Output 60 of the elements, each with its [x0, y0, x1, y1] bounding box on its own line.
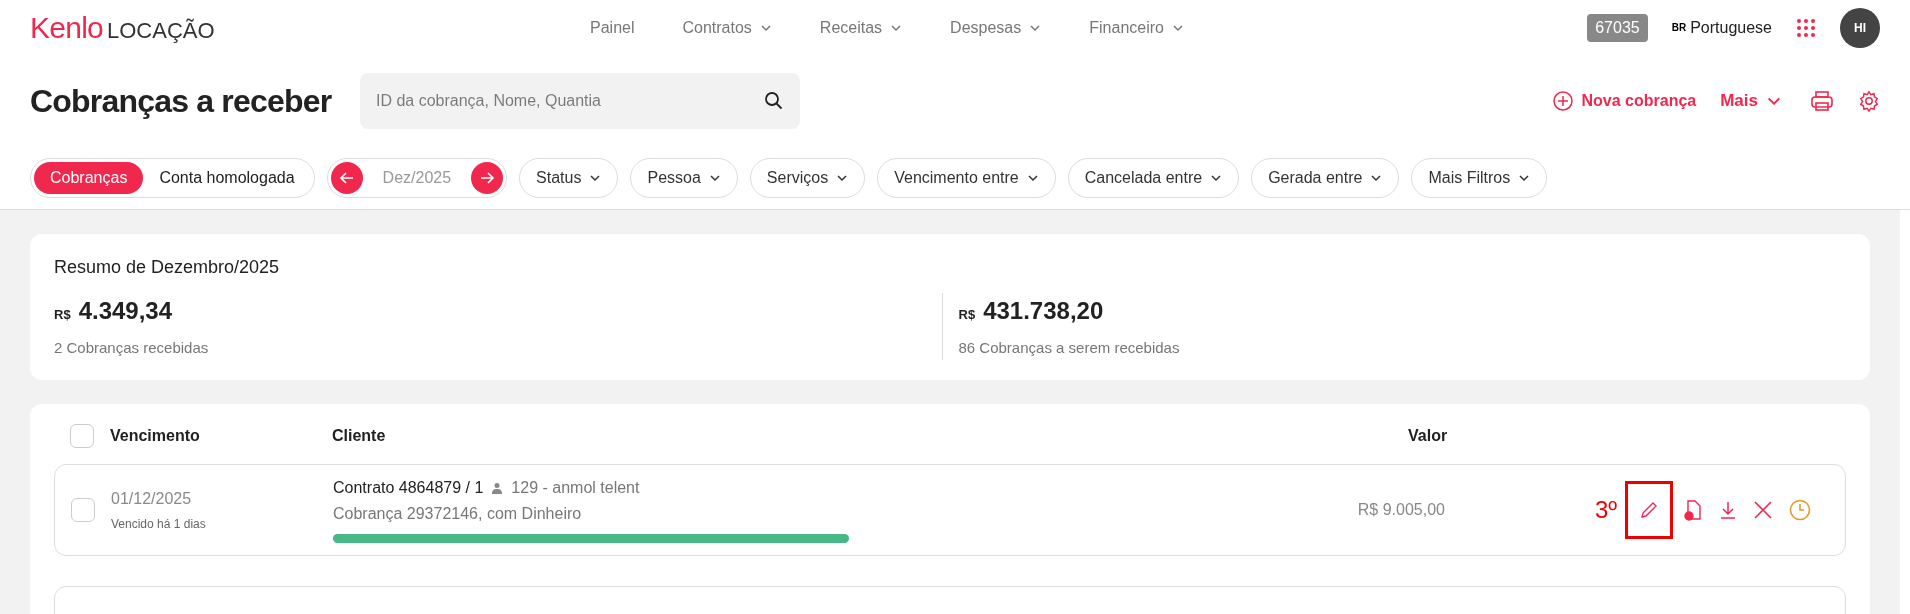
settings-icon[interactable]	[1858, 90, 1880, 112]
arrow-left-icon	[338, 170, 355, 186]
account-badge: 67035	[1587, 13, 1648, 42]
edit-button[interactable]	[1625, 480, 1674, 539]
print-icon[interactable]	[1810, 89, 1834, 113]
currency-label: R$	[54, 306, 71, 324]
month-label: Dez/2025	[381, 168, 453, 188]
summary-amount: 431.738,20	[983, 296, 1104, 326]
nav-link[interactable]: Painel	[590, 15, 635, 40]
search-field[interactable]: ID da cobrança, Nome, Quantia	[360, 73, 800, 129]
language-selector[interactable]: Portuguese	[1690, 15, 1772, 40]
column-header: Vencimento	[110, 425, 201, 446]
download-icon[interactable]	[1719, 499, 1738, 520]
arrow-right-icon	[479, 170, 496, 186]
view-tab[interactable]: Conta homologada	[143, 162, 311, 194]
overdue-label: Vencido há 1 dias	[111, 515, 207, 533]
row-checkbox[interactable]	[71, 497, 95, 522]
column-header: Cliente	[332, 425, 387, 446]
logo-brand: Kenlo	[30, 12, 103, 43]
charge-description: Cobrança 29372146, com Dinheiro	[333, 504, 583, 524]
summary-amount: 4.349,34	[78, 296, 173, 326]
previous-month-button[interactable]	[330, 162, 363, 194]
page-title: Cobranças a receber	[30, 82, 333, 121]
column-header: Valor	[1408, 425, 1448, 446]
chevron-down-icon	[1518, 172, 1531, 184]
nav-link[interactable]: Financeiro	[1089, 15, 1184, 40]
nav-link[interactable]: Contratos	[682, 15, 772, 40]
more-button[interactable]: Mais	[1720, 88, 1782, 114]
chevron-down-icon	[1026, 172, 1039, 184]
close-icon[interactable]	[1753, 499, 1774, 520]
apps-grid-icon[interactable]	[1796, 17, 1816, 38]
logo-product: LOCAÇÃO	[107, 19, 215, 42]
chevron-down-icon	[1210, 172, 1223, 184]
currency-label: R$	[958, 306, 976, 324]
client-name: 129 - anmol telent	[511, 478, 640, 498]
annotation-label: 3º	[1595, 494, 1618, 525]
search-icon[interactable]	[764, 91, 784, 111]
chevron-down-icon	[1370, 172, 1383, 184]
charge-value: R$ 9.005,00	[1356, 499, 1445, 520]
summary-title: Resumo de Dezembro/2025	[54, 256, 281, 279]
contract-label: Contrato 4864879 / 1	[333, 478, 484, 498]
nav-link[interactable]: Despesas	[950, 15, 1042, 40]
charge-row[interactable]: 01/12/2025 Vencido há 1 dias Contrato 4864879 / 1 129 - anmol telent Cobrança 29372146, com Dinheiro R$ 9.005,00 3º	[54, 463, 1846, 556]
summary-caption: 86 Cobranças a serem recebidas	[958, 338, 1181, 358]
next-month-button[interactable]	[471, 162, 504, 194]
chevron-down-icon	[708, 172, 721, 184]
chevron-down-icon	[589, 172, 602, 184]
select-all-checkbox[interactable]	[70, 423, 94, 448]
document-check-icon[interactable]	[1683, 498, 1704, 521]
view-tab[interactable]: Cobranças	[34, 162, 144, 194]
plus-circle-icon	[1553, 91, 1574, 111]
due-date: 01/12/2025	[111, 488, 193, 509]
clock-icon[interactable]	[1789, 498, 1812, 521]
nav-link[interactable]: Receitas	[819, 15, 903, 40]
new-charge-button[interactable]: Nova cobrança	[1553, 89, 1697, 113]
chevron-down-icon	[836, 172, 849, 184]
user-avatar[interactable]: HI	[1840, 7, 1880, 48]
flag-label: BR	[1671, 21, 1687, 35]
person-icon	[491, 482, 504, 494]
summary-caption: 2 Cobranças recebidas	[54, 338, 210, 358]
